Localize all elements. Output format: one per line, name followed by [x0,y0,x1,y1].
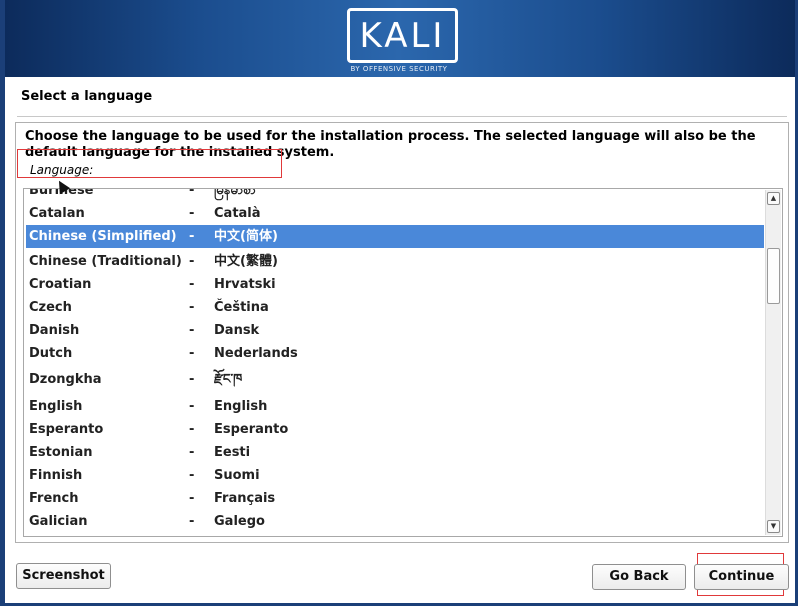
separator: - [189,422,195,437]
language-name: Croatian [29,277,92,292]
language-name: Czech [29,300,72,315]
go-back-button[interactable]: Go Back [592,564,686,590]
kali-logo: KALI [347,8,458,63]
separator: - [189,188,195,198]
selection-highlight-box [17,149,282,178]
language-option[interactable]: Chinese (Traditional) - 中文(繁體) [24,250,764,273]
language-native-name: Esperanto [214,422,289,437]
language-native-name: Suomi [214,468,260,483]
separator: - [189,323,195,338]
separator: - [189,277,195,292]
scrollbar-thumb[interactable] [767,248,780,304]
language-option[interactable]: Czech - Čeština [24,296,764,319]
separator: - [189,300,195,315]
language-native-name: မြန်မာစာ [214,188,256,198]
language-option[interactable]: Chinese (Simplified) - 中文(简体) [26,225,764,248]
language-option[interactable]: English - English [24,395,764,418]
separator: - [189,445,195,460]
kali-banner: KALI BY OFFENSIVE SECURITY [0,0,798,77]
language-option[interactable]: Esperanto - Esperanto [24,418,764,441]
language-native-name: Čeština [214,300,269,315]
language-name: Catalan [29,206,85,221]
arrow-up-icon[interactable]: ▲ [767,192,780,205]
language-list[interactable]: Burmese - မြန်မာစာ Catalan - Català Chinese (S… [23,188,783,537]
language-native-name: 中文(简体) [214,229,278,244]
language-native-name: Hrvatski [214,277,276,292]
language-option[interactable]: Estonian - Eesti [24,441,764,464]
page-title: Select a language [21,89,153,104]
title-divider [17,116,787,117]
separator: - [189,372,195,387]
language-option[interactable]: French - Français [24,487,764,510]
language-option[interactable]: Dzongkha - རྫོང་ཁ [24,365,764,395]
separator: - [189,346,195,361]
language-name: Estonian [29,445,93,460]
language-native-name: Eesti [214,445,251,460]
language-name: French [29,491,79,506]
separator: - [189,468,195,483]
language-native-name: Galego [214,514,265,529]
language-name: Chinese (Traditional) [29,254,182,269]
language-option[interactable]: Burmese - မြန်မာစာ [24,188,764,202]
language-name: Dutch [29,346,73,361]
language-name: Esperanto [29,422,104,437]
language-name: Chinese (Simplified) [29,229,177,244]
kali-logo-text: KALI [359,16,446,56]
language-option[interactable]: Catalan - Català [24,202,764,225]
separator: - [189,229,195,244]
language-option[interactable]: Croatian - Hrvatski [24,273,764,296]
language-name: Finnish [29,468,83,483]
screenshot-button[interactable]: Screenshot [16,563,111,589]
language-option[interactable]: Galician - Galego [24,510,764,533]
language-option[interactable]: Danish - Dansk [24,319,764,342]
language-name: Dzongkha [29,372,102,387]
language-option[interactable]: Dutch - Nederlands [24,342,764,365]
separator: - [189,514,195,529]
language-panel: Choose the language to be used for the i… [15,122,789,543]
continue-button[interactable]: Continue [694,564,789,590]
separator: - [189,254,195,269]
kali-logo-subtitle: BY OFFENSIVE SECURITY [350,65,448,73]
list-scrollbar[interactable]: ▲ ▼ [765,190,781,535]
language-option[interactable]: Finnish - Suomi [24,464,764,487]
language-native-name: Nederlands [214,346,298,361]
language-native-name: Dansk [214,323,260,338]
separator: - [189,399,195,414]
separator: - [189,491,195,506]
language-name: Danish [29,323,80,338]
language-native-name: 中文(繁體) [214,254,278,269]
language-native-name: རྫོང་ཁ [214,372,243,387]
language-native-name: Català [214,206,261,221]
arrow-down-icon[interactable]: ▼ [767,520,780,533]
language-native-name: English [214,399,268,414]
language-native-name: Français [214,491,276,506]
language-name: English [29,399,83,414]
language-name: Galician [29,514,88,529]
separator: - [189,206,195,221]
